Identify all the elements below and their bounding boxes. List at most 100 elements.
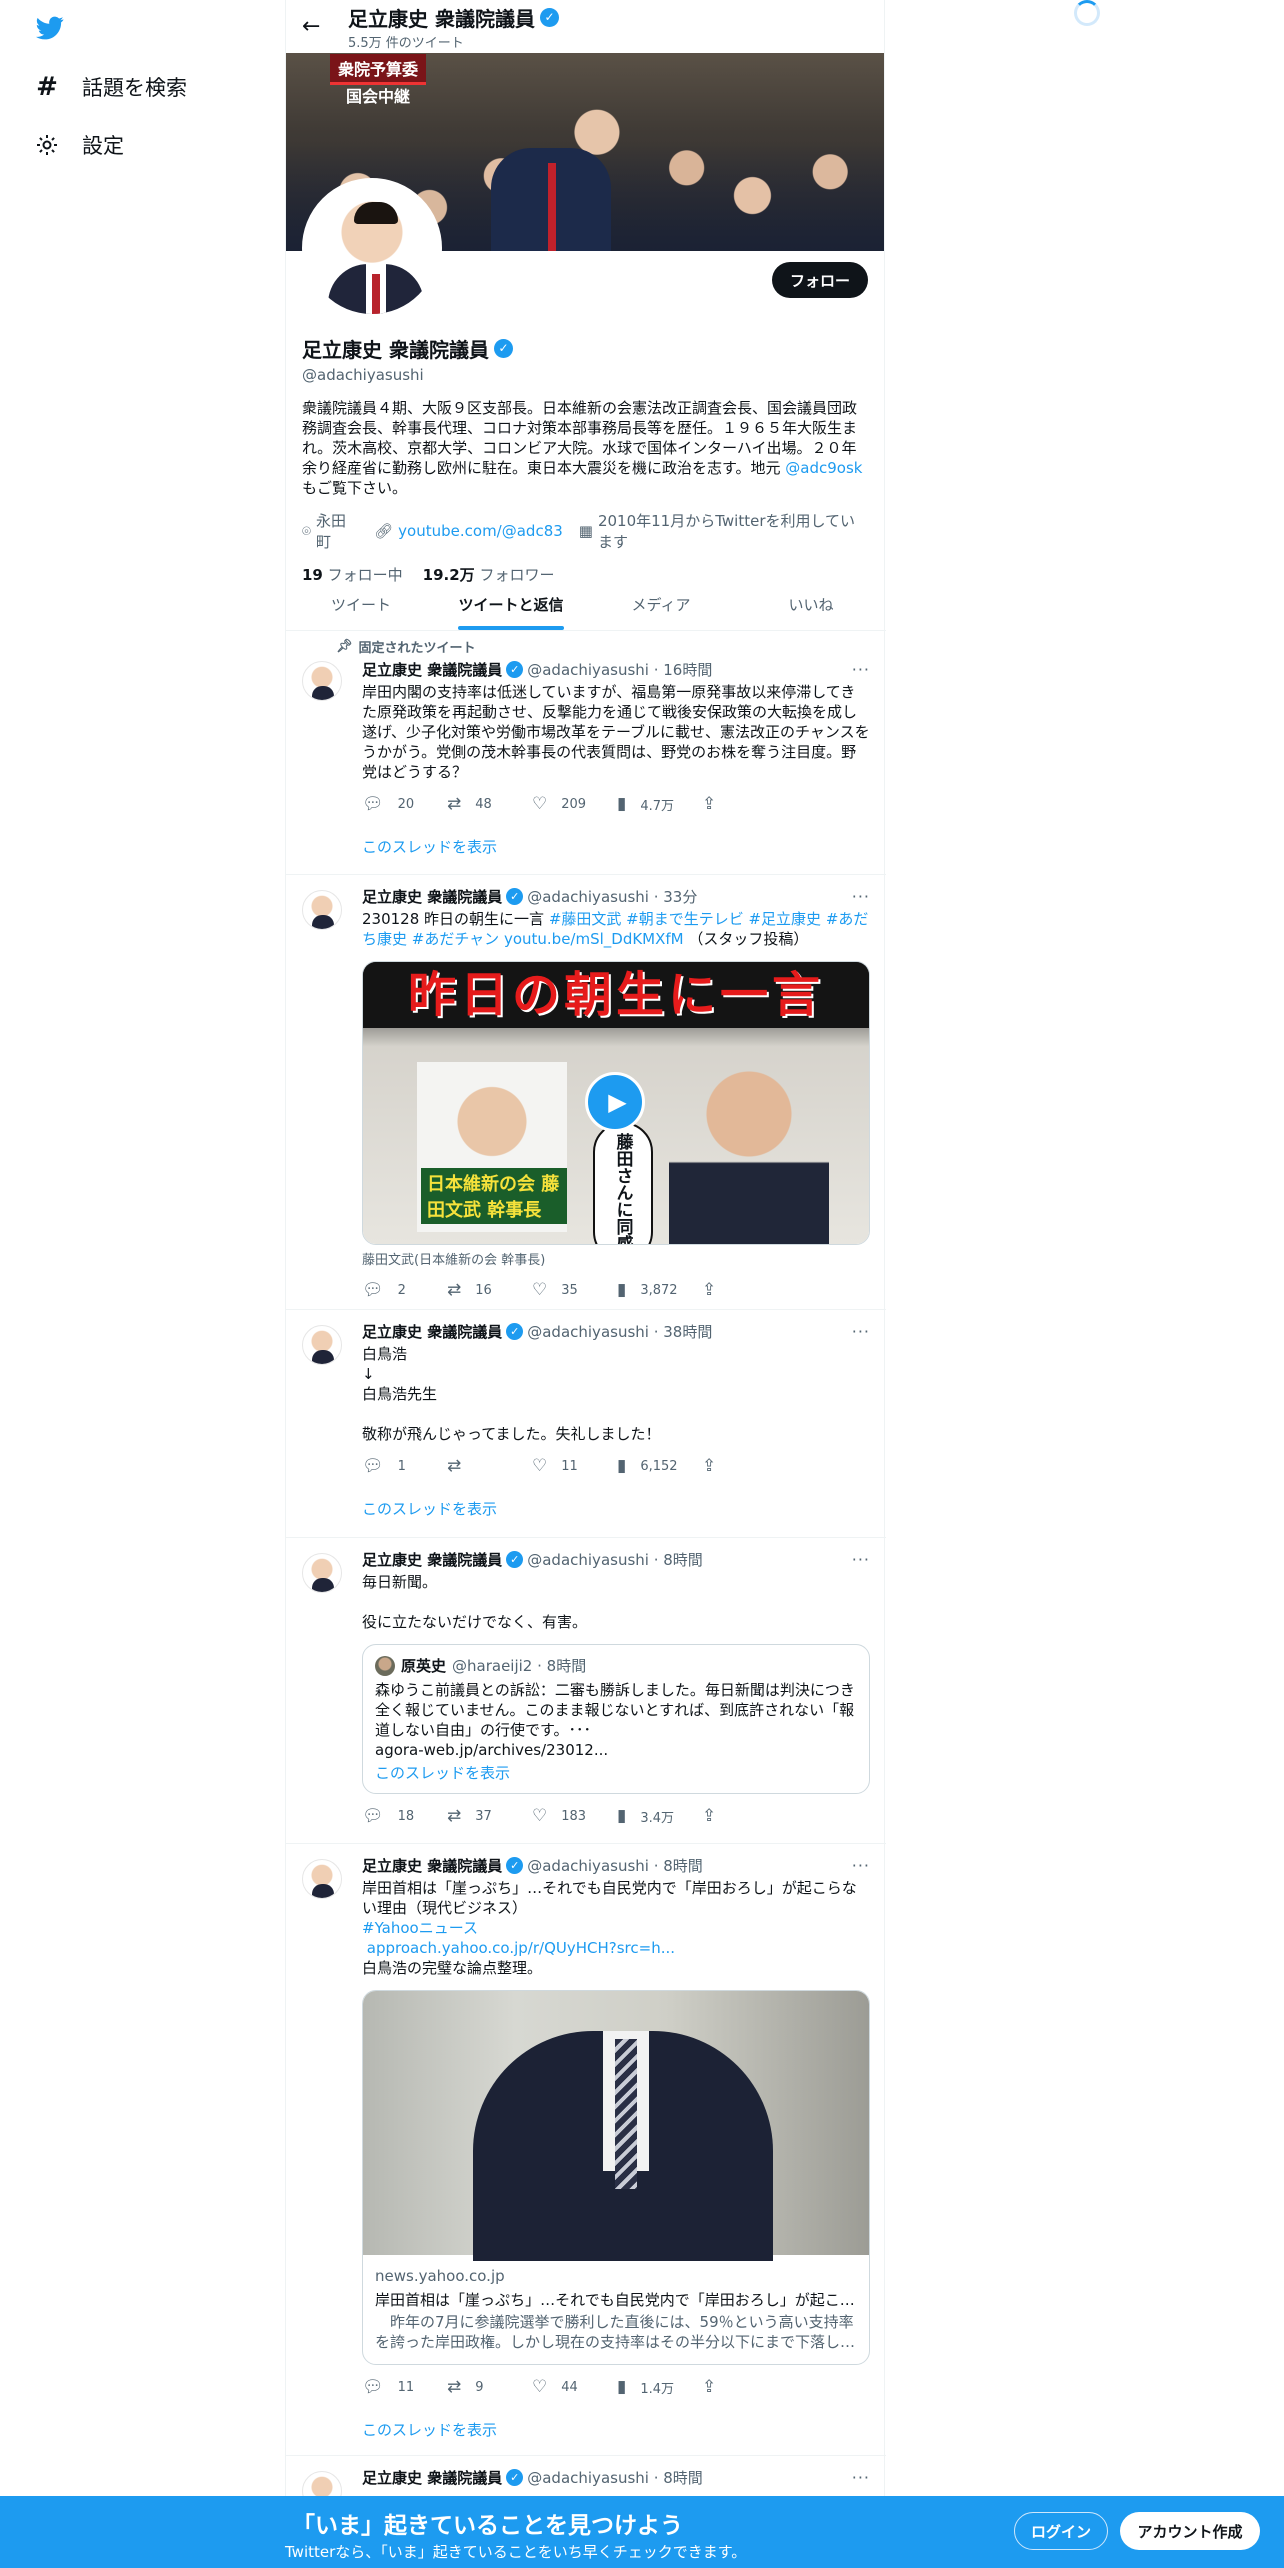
- retweet-button[interactable]: ⇄ 37: [447, 1806, 532, 1826]
- views-button[interactable]: ▮ 6,152: [617, 1456, 702, 1476]
- quoted-show-thread-link[interactable]: このスレッドを表示: [375, 1762, 857, 1783]
- more-icon[interactable]: ···: [852, 1856, 870, 1875]
- retweet-button[interactable]: ⇄ 48: [447, 794, 532, 814]
- link-card[interactable]: news.yahoo.co.jp 岸田首相は「崖っぷち」…それでも自民党内で「岸…: [362, 1990, 870, 2365]
- tweet-text: 白鳥浩 ↓ 白鳥浩先生 敬称が飛んじゃってました。失礼しました！: [362, 1345, 661, 1443]
- tab-tweets-replies[interactable]: ツイートと返信: [436, 578, 586, 630]
- retweet-button[interactable]: ⇄ 16: [447, 1280, 532, 1300]
- tab-media[interactable]: メディア: [586, 578, 736, 630]
- avatar[interactable]: [302, 661, 342, 701]
- reply-button[interactable]: 💬︎ 11: [362, 2377, 447, 2397]
- bio-mention-link[interactable]: @adc9osk: [785, 459, 862, 477]
- verified-badge-icon: ✓: [506, 661, 524, 678]
- verified-badge-icon: ✓: [493, 339, 513, 358]
- tweet-handle-time: @adachiyasushi · 8時間: [527, 1551, 703, 1569]
- like-button[interactable]: ♡ 183: [532, 1806, 617, 1826]
- tweet[interactable]: 足立康史 衆議院議員 ✓ @adachiyasushi · 8時間 ··· 岸田首相は…: [286, 1845, 886, 2456]
- profile-header-bar: ← 足立康史 衆議院議員 ✓ 5.5万 件のツイート: [286, 0, 884, 53]
- banner-tag-broadcast: 国会中継: [346, 87, 411, 106]
- more-icon[interactable]: ···: [852, 2468, 870, 2487]
- quoted-author: 原英史: [401, 1657, 447, 1675]
- more-icon[interactable]: ···: [852, 660, 870, 679]
- reply-button[interactable]: 💬︎ 1: [362, 1456, 447, 1476]
- avatar[interactable]: [302, 1553, 342, 1593]
- profile-avatar[interactable]: [302, 178, 442, 318]
- tweet[interactable]: 足立康史 衆議院議員 ✓ @adachiyasushi · 8時間 ··· 毎日新聞。…: [286, 1539, 886, 1844]
- views-button[interactable]: ▮ 3.4万: [617, 1806, 702, 1826]
- verified-badge-icon: ✓: [539, 7, 559, 27]
- tweet-handle-time: @adachiyasushi · 8時間: [527, 2469, 703, 2487]
- profile-location: 永田町: [316, 512, 347, 551]
- avatar[interactable]: [302, 1859, 342, 1899]
- more-icon[interactable]: ···: [852, 1550, 870, 1569]
- share-button[interactable]: ⇪: [702, 2377, 787, 2397]
- tab-tweets[interactable]: ツイート: [286, 578, 436, 630]
- share-button[interactable]: ⇪: [702, 1280, 787, 1300]
- retweet-button[interactable]: ⇄ 9: [447, 2377, 532, 2397]
- tweet[interactable]: 足立康史 衆議院議員 ✓ @adachiyasushi · 38時間 ··· 白鳥浩 …: [286, 1311, 886, 1538]
- login-button[interactable]: ログイン: [1014, 2512, 1108, 2550]
- views-icon: ▮: [617, 2377, 627, 2397]
- tweet-author[interactable]: 足立康史 衆議院議員: [362, 2467, 502, 2488]
- signup-headline: 「いま」起きていることを見つけよう: [292, 2513, 683, 2539]
- tweet-author[interactable]: 足立康史 衆議院議員: [362, 659, 502, 680]
- tweet-author[interactable]: 足立康史 衆議院議員: [362, 886, 502, 907]
- quoted-tweet[interactable]: 原英史 @haraeiji2 · 8時間 森ゆうこ前議員との訴訟：二審も勝訴しま…: [362, 1644, 870, 1794]
- tweet-author[interactable]: 足立康史 衆議院議員: [362, 1321, 502, 1342]
- tweet-author[interactable]: 足立康史 衆議院議員: [362, 1549, 502, 1570]
- twitter-bird-icon[interactable]: [34, 14, 66, 42]
- link-card-image: [363, 1991, 869, 2261]
- nav-explore[interactable]: # 話題を検索: [34, 72, 187, 102]
- share-icon: ⇪: [702, 794, 717, 814]
- more-icon[interactable]: ···: [852, 887, 870, 906]
- share-button[interactable]: ⇪: [702, 794, 787, 814]
- avatar[interactable]: [302, 890, 342, 930]
- like-button[interactable]: ♡ 11: [532, 1456, 617, 1476]
- tweet[interactable]: 📌︎ 固定されたツイート 足立康史 衆議院議員 ✓ @adachiyasushi · …: [286, 631, 886, 875]
- show-thread-link[interactable]: このスレッドを表示: [362, 1498, 870, 1519]
- header-name: 足立康史 衆議院議員: [348, 6, 535, 31]
- avatar[interactable]: [302, 1325, 342, 1365]
- more-icon[interactable]: ···: [852, 1322, 870, 1341]
- reply-button[interactable]: 💬︎ 20: [362, 794, 447, 814]
- signup-button[interactable]: アカウント作成: [1120, 2512, 1260, 2550]
- verified-badge-icon: ✓: [506, 1551, 524, 1568]
- heart-icon: ♡: [532, 794, 548, 814]
- show-thread-link[interactable]: このスレッドを表示: [362, 2419, 870, 2440]
- reply-icon: 💬︎: [362, 1456, 384, 1476]
- video-player[interactable]: 昨日の朝生に一言 日本維新の会 藤田文武 幹事長 藤田さんに同感 ▶: [362, 961, 870, 1245]
- follow-button[interactable]: フォロー: [771, 262, 868, 298]
- tab-likes[interactable]: いいね: [736, 578, 886, 630]
- share-icon: ⇪: [702, 1806, 717, 1826]
- retweet-icon: ⇄: [447, 1806, 462, 1826]
- views-button[interactable]: ▮ 4.7万: [617, 794, 702, 814]
- show-thread-link[interactable]: このスレッドを表示: [362, 836, 870, 857]
- play-icon[interactable]: ▶: [585, 1072, 645, 1132]
- nav-settings[interactable]: 設定: [34, 130, 124, 160]
- tweet[interactable]: 足立康史 衆議院議員 ✓ @adachiyasushi · 33分 ··· 23012…: [286, 876, 886, 1310]
- heart-icon: ♡: [532, 1806, 548, 1826]
- tweet-handle-time: @adachiyasushi · 33分: [527, 888, 698, 906]
- retweet-button[interactable]: ⇄: [447, 1456, 532, 1476]
- hashtag-link[interactable]: #Yahooニュース approach.yahoo.co.jp/r/QUyHCH…: [362, 1919, 675, 1957]
- video-bubble: 藤田さんに同感: [593, 1122, 653, 1244]
- reply-icon: 💬︎: [362, 1280, 384, 1300]
- share-button[interactable]: ⇪: [702, 1456, 787, 1476]
- location-icon: ⌾: [302, 522, 312, 540]
- back-arrow-icon[interactable]: ←: [302, 14, 336, 39]
- like-button[interactable]: ♡ 209: [532, 794, 617, 814]
- like-button[interactable]: ♡ 44: [532, 2377, 617, 2397]
- views-button[interactable]: ▮ 3,872: [617, 1280, 702, 1300]
- share-button[interactable]: ⇪: [702, 1806, 787, 1826]
- profile-url[interactable]: youtube.com/@adc83: [398, 522, 563, 540]
- views-button[interactable]: ▮ 1.4万: [617, 2377, 702, 2397]
- quoted-avatar: [375, 1655, 395, 1676]
- profile-joined: 2010年11月からTwitterを利用しています: [597, 512, 856, 551]
- reply-button[interactable]: 💬︎ 18: [362, 1806, 447, 1826]
- tweet-author[interactable]: 足立康史 衆議院議員: [362, 1855, 502, 1876]
- views-icon: ▮: [617, 1806, 627, 1826]
- tweet-handle-time: @adachiyasushi · 8時間: [527, 1857, 703, 1875]
- like-button[interactable]: ♡ 35: [532, 1280, 617, 1300]
- reply-button[interactable]: 💬︎ 2: [362, 1280, 447, 1300]
- tweet-actions: 💬︎ 1 ⇄ ♡ 11 ▮ 6,152 ⇪: [362, 1456, 787, 1476]
